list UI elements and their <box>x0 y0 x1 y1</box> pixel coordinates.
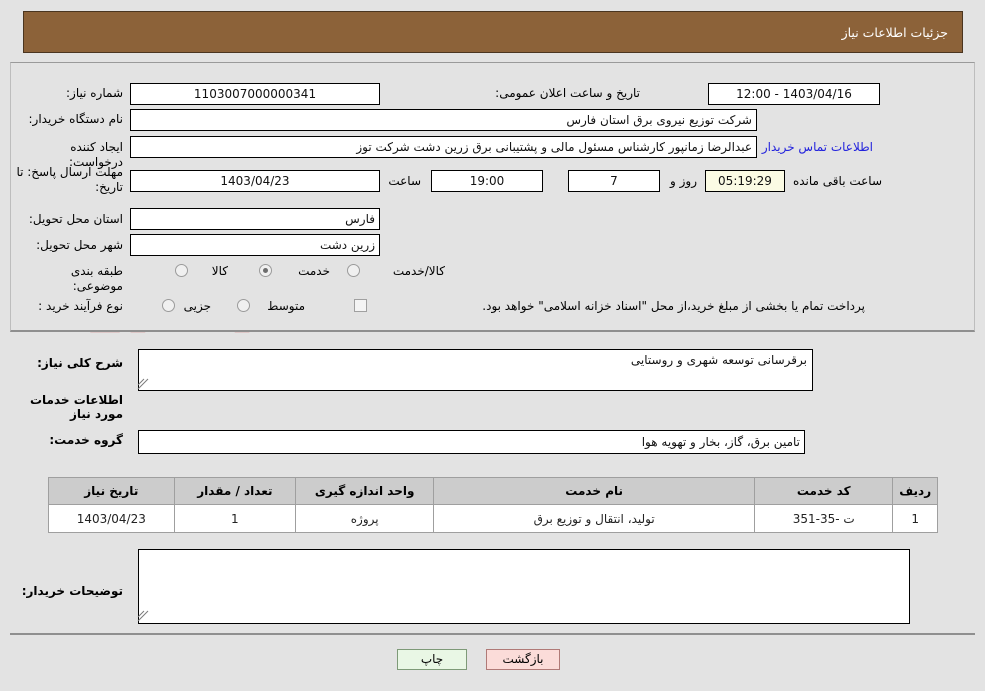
province-label: استان محل تحویل: <box>28 212 123 226</box>
deadline-time: 19:00 <box>431 170 543 192</box>
deadline-label: مهلت ارسال پاسخ: تا تاریخ: <box>16 165 123 194</box>
need-number-label: شماره نیاز: <box>66 86 123 100</box>
deadline-countdown: 05:19:29 <box>705 170 785 192</box>
process-radio-motavasset[interactable] <box>237 299 250 312</box>
service-group-value: تامین برق، گاز، بخار و تهویه هوا <box>138 430 805 454</box>
column-header-service-code: کد خدمت <box>754 477 894 505</box>
services-section-title: اطلاعات خدمات مورد نیاز <box>29 393 123 421</box>
services-table: ردیف کد خدمت نام خدمت واحد اندازه گیری ت… <box>48 477 938 533</box>
deadline-days: 7 <box>568 170 660 192</box>
page-header: جزئیات اطلاعات نیاز <box>23 11 963 53</box>
city-value: زرین دشت <box>130 234 380 256</box>
page-root: AriaTender.net W جزئیات اطلاعات نیاز شما… <box>0 0 985 691</box>
category-label: طبقه بندی موضوعی: <box>70 264 123 293</box>
category-option-kala-label: کالا <box>211 264 228 278</box>
column-header-quantity: تعداد / مقدار <box>173 477 297 505</box>
column-header-index: ردیف <box>892 477 938 505</box>
announce-datetime-value: 1403/04/16 - 12:00 <box>708 83 880 105</box>
general-description-input[interactable] <box>138 349 813 391</box>
process-option-motavasset-label: متوسط <box>267 299 305 313</box>
category-radio-kala[interactable] <box>175 264 188 277</box>
service-group-label: گروه خدمت: <box>49 433 123 447</box>
process-option-jozei-label: جزیی <box>183 299 211 313</box>
page-title: جزئیات اطلاعات نیاز <box>841 24 948 40</box>
deadline-days-label: روز و <box>670 174 697 188</box>
cell-service-code: ت -35-351 <box>754 504 894 533</box>
general-description-label: شرح کلی نیاز: <box>37 356 123 370</box>
column-header-need-date: تاریخ نیاز <box>48 477 175 505</box>
back-button[interactable]: بازگشت <box>486 649 560 670</box>
process-type-label: نوع فرآیند خرید : <box>38 299 123 313</box>
province-value: فارس <box>130 208 380 230</box>
deadline-time-label: ساعت <box>388 174 421 188</box>
buyer-notes-label: توضیحات خریدار: <box>21 584 123 598</box>
buyer-org-value: شرکت توزیع نیروی برق استان فارس <box>130 109 757 131</box>
cell-unit: پروژه <box>295 504 435 533</box>
category-option-khedmat-label: خدمت <box>298 264 330 278</box>
print-button[interactable]: چاپ <box>397 649 467 670</box>
cell-need-date: 1403/04/23 <box>48 504 175 533</box>
requester-value: عبدالرضا زمانپور کارشناس مسئول مالی و پش… <box>130 136 757 158</box>
category-radio-kala-khedmat[interactable] <box>347 264 360 277</box>
deadline-date: 1403/04/23 <box>130 170 380 192</box>
treasury-bonds-note: پرداخت تمام یا بخشی از مبلغ خرید،از محل … <box>482 299 865 313</box>
need-number-value: 1103007000000341 <box>130 83 380 105</box>
cell-service-name: تولید، انتقال و توزیع برق <box>433 504 756 533</box>
buyer-contact-link[interactable]: اطلاعات تماس خریدار <box>762 140 873 154</box>
category-radio-khedmat[interactable] <box>259 264 272 277</box>
column-header-service-name: نام خدمت <box>433 477 756 505</box>
cell-quantity: 1 <box>173 504 297 533</box>
deadline-countdown-label: ساعت باقی مانده <box>792 174 882 188</box>
buyer-notes-input[interactable] <box>138 549 910 624</box>
announce-datetime-label: تاریخ و ساعت اعلان عمومی: <box>495 86 640 100</box>
treasury-bonds-checkbox[interactable] <box>354 299 367 312</box>
table-header-row: ردیف کد خدمت نام خدمت واحد اندازه گیری ت… <box>48 477 938 505</box>
column-header-unit: واحد اندازه گیری <box>295 477 435 505</box>
buyer-org-label: نام دستگاه خریدار: <box>28 112 124 126</box>
table-row: 1 ت -35-351 تولید، انتقال و توزیع برق پر… <box>48 504 938 533</box>
cell-index: 1 <box>892 504 938 533</box>
city-label: شهر محل تحویل: <box>36 238 123 252</box>
process-radio-jozei[interactable] <box>162 299 175 312</box>
category-option-kala-khedmat-label: کالا/خدمت <box>392 264 445 278</box>
